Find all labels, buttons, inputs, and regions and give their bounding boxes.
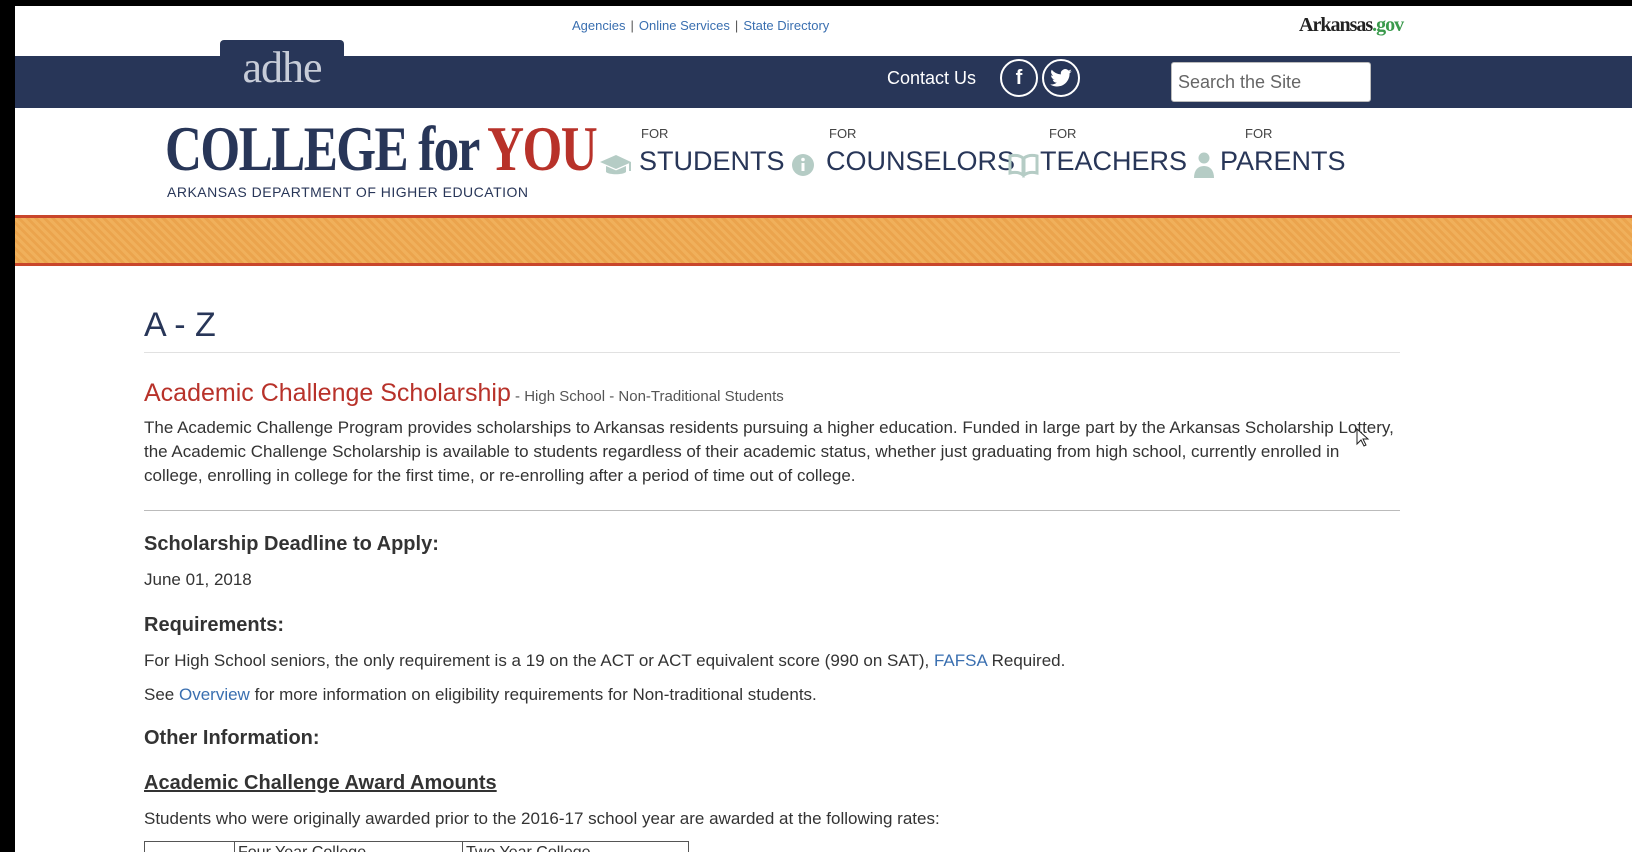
separator: | [734, 18, 739, 33]
fafsa-link[interactable]: FAFSA [934, 651, 987, 670]
scholarship-description: The Academic Challenge Program provides … [144, 416, 1400, 511]
table-header-cell [144, 841, 235, 852]
requirement-text: For High School seniors, the only requir… [144, 651, 1066, 670]
decorative-band [15, 215, 1632, 266]
nav-label: STUDENTS [639, 146, 785, 176]
nav-prefix: FOR [1049, 126, 1077, 141]
requirements-heading: Requirements: [144, 614, 285, 636]
nav-prefix: FOR [641, 126, 669, 141]
nav-label: TEACHERS [1040, 146, 1188, 176]
award-rates-table: Four Year College Two Year College [144, 841, 689, 852]
search-input[interactable] [1171, 62, 1371, 102]
state-directory-link[interactable]: State Directory [743, 18, 829, 33]
nav-label: PARENTS [1220, 146, 1346, 176]
separator: | [630, 18, 634, 33]
table-header-row: Four Year College Two Year College [144, 841, 689, 852]
online-services-link[interactable]: Online Services [639, 18, 730, 33]
nav-prefix: FOR [1245, 126, 1273, 141]
arkansas-gov-logo[interactable]: Arkansas.gov [1299, 14, 1404, 37]
twitter-icon[interactable] [1042, 59, 1080, 97]
rates-intro: Students who were originally awarded pri… [144, 809, 940, 828]
table-header-cell: Two Year College [462, 841, 689, 852]
book-icon [1008, 153, 1039, 178]
nav-label: COUNSELORS [826, 146, 1016, 176]
scholarship-tags: - High School - Non-Traditional Students [510, 388, 784, 405]
adhe-logo-text: adhe [242, 43, 322, 92]
adhe-brand-tab[interactable]: adhe [220, 40, 344, 108]
award-amounts-heading: Academic Challenge Award Amounts [144, 772, 497, 794]
scholarship-heading: Academic Challenge Scholarship - High Sc… [144, 379, 1400, 408]
mouse-cursor-icon [1356, 428, 1370, 447]
college-for-you-logo[interactable]: COLLEGE for YOU ARKANSAS DEPARTMENT OF H… [152, 113, 598, 210]
logo-wordmark: COLLEGE for YOU [165, 113, 598, 184]
nav-prefix: FOR [829, 126, 857, 141]
utility-links: Agencies | Online Services | State Directory [572, 18, 829, 33]
page-title: A - Z [144, 301, 1400, 353]
agencies-link[interactable]: Agencies [572, 18, 625, 33]
requirement-note: See Overview for more information on eli… [144, 685, 817, 704]
overview-link[interactable]: Overview [179, 685, 250, 704]
other-information-heading: Other Information: [144, 727, 320, 749]
contact-us-link[interactable]: Contact Us [887, 68, 976, 89]
info-icon [792, 154, 814, 176]
deadline-date: June 01, 2018 [144, 570, 252, 589]
logo-subtitle: ARKANSAS DEPARTMENT OF HIGHER EDUCATION [167, 184, 529, 200]
page: Agencies | Online Services | State Directory… [15, 6, 1632, 852]
facebook-icon[interactable]: f [1000, 59, 1038, 97]
main-content: A - Z Academic Challenge Scholarship - H… [144, 301, 1400, 852]
graduation-cap-icon [600, 155, 631, 175]
deadline-heading: Scholarship Deadline to Apply: [144, 533, 439, 555]
scholarship-title-link[interactable]: Academic Challenge Scholarship [144, 379, 511, 407]
table-header-cell: Four Year College [234, 841, 463, 852]
